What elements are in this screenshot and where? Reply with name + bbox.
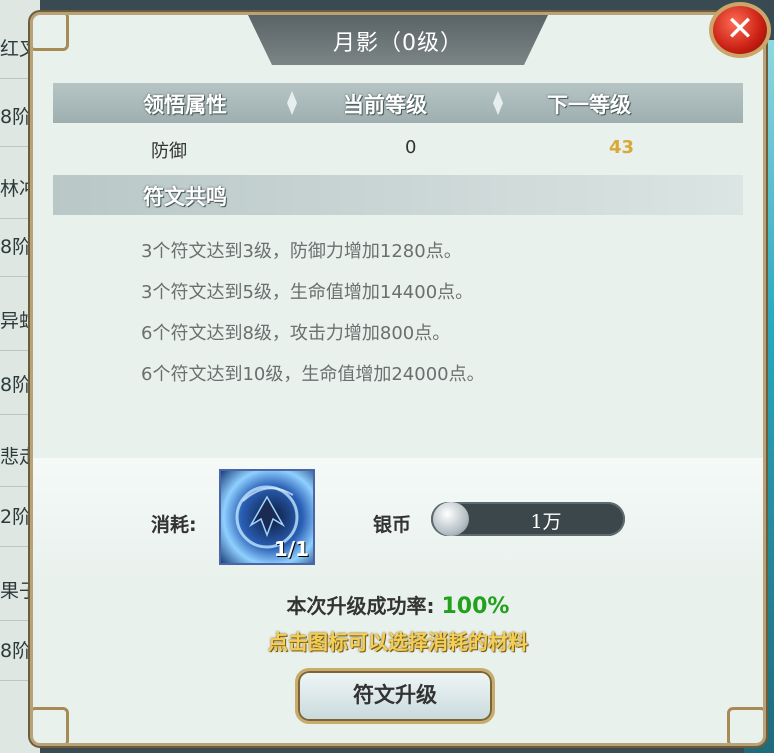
rune-upgrade-dialog: 月影（0级） 领悟属性 当前等级 下一等级 防御 0 43 符文共鸣 3个符文达… bbox=[30, 12, 766, 746]
resonance-list: 3个符文达到3级，防御力增加1280点。 3个符文达到5级，生命值增加14400… bbox=[141, 237, 485, 401]
attribute-name: 防御 bbox=[151, 141, 187, 162]
success-rate-label: 本次升级成功率: bbox=[286, 594, 435, 618]
attribute-table-header: 领悟属性 当前等级 下一等级 bbox=[53, 83, 743, 123]
divider-diamond bbox=[493, 91, 503, 115]
dialog-title: 月影（0级） bbox=[333, 31, 463, 56]
corner-ornament bbox=[33, 15, 69, 51]
header-attribute: 领悟属性 bbox=[143, 93, 227, 117]
success-rate-value: 100% bbox=[441, 594, 510, 619]
material-hint: 点击图标可以选择消耗的材料 bbox=[268, 630, 528, 654]
corner-ornament bbox=[727, 707, 763, 743]
silver-cost-value: 1万 bbox=[530, 511, 562, 533]
silver-label: 银币 bbox=[373, 514, 412, 536]
attribute-current-value: 0 bbox=[405, 137, 417, 158]
corner-ornament bbox=[33, 707, 69, 743]
material-count: 1/1 bbox=[273, 537, 309, 561]
silver-coin-icon bbox=[433, 502, 469, 536]
attribute-row: 防御 0 43 bbox=[53, 127, 743, 167]
close-x-icon: ✕ bbox=[725, 9, 755, 49]
resonance-line: 6个符文达到8级，攻击力增加800点。 bbox=[141, 323, 451, 344]
resonance-header: 符文共鸣 bbox=[53, 175, 743, 215]
divider-diamond bbox=[287, 91, 297, 115]
resonance-title: 符文共鸣 bbox=[143, 185, 227, 209]
resonance-line: 3个符文达到3级，防御力增加1280点。 bbox=[141, 241, 462, 262]
rune-material-icon[interactable]: 1/1 bbox=[219, 469, 315, 565]
rune-upgrade-button[interactable]: 符文升级 bbox=[295, 668, 495, 724]
header-current-level: 当前等级 bbox=[343, 93, 427, 117]
resonance-line: 6个符文达到10级，生命值增加24000点。 bbox=[141, 364, 485, 385]
attribute-next-value: 43 bbox=[609, 137, 635, 158]
success-rate: 本次升级成功率: 100% bbox=[33, 590, 763, 619]
resonance-line: 3个符文达到5级，生命值增加14400点。 bbox=[141, 282, 474, 303]
cost-label: 消耗: bbox=[151, 514, 197, 536]
header-next-level: 下一等级 bbox=[547, 93, 631, 117]
close-button[interactable]: ✕ bbox=[709, 2, 771, 58]
